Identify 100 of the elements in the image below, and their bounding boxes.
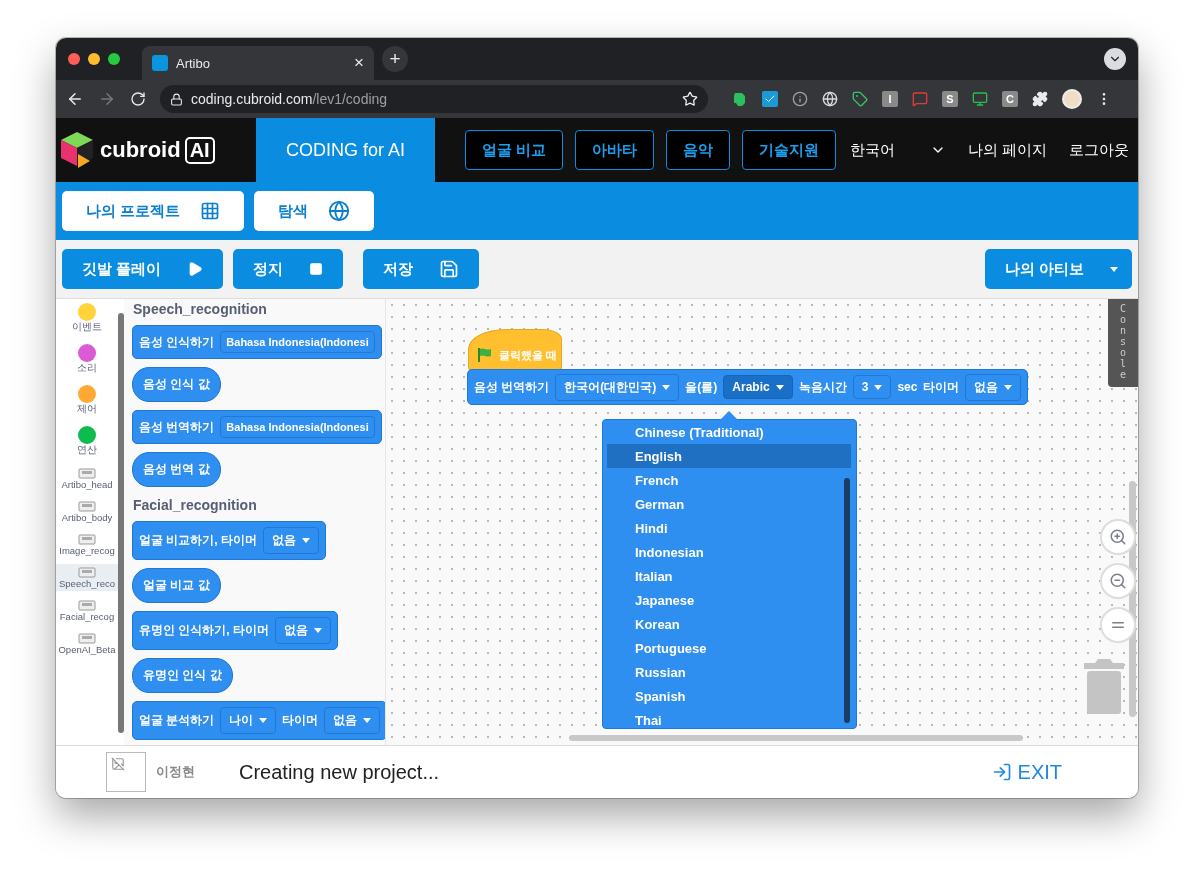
block-dropdown[interactable]: 없음 bbox=[324, 707, 381, 734]
section-title: Speech_recognition bbox=[133, 301, 268, 317]
extension-icon[interactable]: S bbox=[942, 91, 958, 107]
zoom-out-button[interactable] bbox=[1100, 563, 1136, 599]
nav-button[interactable]: 아바타 bbox=[575, 130, 655, 170]
extensions-icon[interactable] bbox=[1032, 91, 1048, 107]
screen-icon[interactable] bbox=[972, 91, 988, 107]
device-icon bbox=[78, 467, 96, 479]
block-dropdown[interactable]: Arabic bbox=[723, 375, 793, 399]
header-link[interactable]: 로그아웃 bbox=[1069, 140, 1130, 160]
block-dropdown[interactable]: 없음 bbox=[275, 617, 331, 644]
scrollbar[interactable] bbox=[569, 735, 1023, 741]
info-icon[interactable] bbox=[792, 91, 808, 107]
status-text: Creating new project... bbox=[239, 760, 441, 784]
scrollbar[interactable] bbox=[844, 478, 850, 723]
category-item[interactable]: Speech_reco bbox=[56, 564, 118, 591]
command-block[interactable]: 음성 번역하기 한국어(대한민국) 을(를) Arabic 녹음시간 3 sec 타이머 없음 bbox=[467, 369, 1029, 405]
category-item[interactable]: Artibo_body bbox=[56, 498, 118, 525]
zoom-in-button[interactable] bbox=[1100, 519, 1136, 555]
category-item[interactable]: 이벤트 bbox=[56, 301, 118, 336]
reporter-block[interactable]: 유명인 인식 값 bbox=[132, 658, 233, 693]
block-dropdown[interactable]: 없음 bbox=[263, 527, 319, 554]
dropdown-item[interactable]: Thai bbox=[607, 708, 851, 728]
block-dropdown[interactable]: 없음 bbox=[965, 373, 1022, 401]
command-block[interactable]: 음성 번역하기 Bahasa Indonesia(Indonesi bbox=[132, 410, 382, 444]
chat-icon[interactable] bbox=[912, 91, 928, 107]
tab-search-icon[interactable] bbox=[1104, 48, 1126, 70]
category-item[interactable]: OpenAI_Beta bbox=[56, 630, 118, 657]
scrollbar[interactable] bbox=[118, 313, 124, 733]
exit-button[interactable]: EXIT bbox=[985, 759, 1068, 785]
reporter-block[interactable]: 얼굴 비교 값 bbox=[132, 568, 221, 603]
category-item[interactable]: Facial_recog bbox=[56, 597, 118, 624]
category-item[interactable]: 제어 bbox=[56, 383, 118, 418]
reporter-block[interactable]: 음성 번역 값 bbox=[132, 452, 221, 487]
dropdown-item[interactable]: Chinese (Traditional) bbox=[607, 420, 851, 444]
tab-close-button[interactable]: × bbox=[354, 53, 364, 73]
dropdown-item[interactable]: Spanish bbox=[607, 684, 851, 708]
category-item[interactable]: Image_recog bbox=[56, 531, 118, 558]
code-canvas[interactable]: 클릭했을 때 음성 번역하기 한국어(대한민국) 을(를) Arabic 녹음시간 3 sec 타이머 없음 Chinese (Traditional) English French German Hindi Indonesian Italian Japanese Korean Portuguese Russian Spanish Thai Console bbox=[386, 299, 1138, 745]
project-button[interactable]: 나의 프로젝트 bbox=[62, 191, 245, 231]
category-item[interactable]: 연산 bbox=[56, 424, 118, 459]
block-input[interactable]: Bahasa Indonesia(Indonesi bbox=[220, 416, 375, 438]
dropdown-item[interactable]: Italian bbox=[607, 564, 851, 588]
reload-icon[interactable] bbox=[130, 91, 146, 107]
block-label: 음성 번역하기 bbox=[474, 378, 550, 396]
tag-icon[interactable] bbox=[852, 91, 868, 107]
dropdown-item[interactable]: English bbox=[607, 444, 851, 468]
dropdown-item[interactable]: Hindi bbox=[607, 516, 851, 540]
block-dropdown[interactable]: 나이 bbox=[220, 707, 277, 734]
maximize-icon[interactable] bbox=[108, 53, 120, 65]
command-block[interactable]: 얼굴 비교하기, 타이머 없음 bbox=[132, 521, 326, 560]
dropdown-item[interactable]: Russian bbox=[607, 660, 851, 684]
block-label: 유명인 인식 값 bbox=[143, 667, 222, 684]
exit-icon bbox=[991, 762, 1012, 782]
save-icon bbox=[439, 259, 460, 279]
extension-icon[interactable]: I bbox=[882, 91, 898, 107]
avatar-icon[interactable] bbox=[1062, 89, 1082, 109]
category-item[interactable]: 소리 bbox=[56, 342, 118, 377]
dropdown-item[interactable]: French bbox=[607, 468, 851, 492]
command-block[interactable]: 음성 인식하기 Bahasa Indonesia(Indonesi bbox=[132, 325, 382, 359]
category-item[interactable]: Artibo_head bbox=[56, 465, 118, 492]
block-dropdown[interactable]: 한국어(대한민국) bbox=[555, 373, 680, 401]
dropdown-item[interactable]: Japanese bbox=[607, 588, 851, 612]
dropdown-item[interactable]: Portuguese bbox=[607, 636, 851, 660]
reporter-block[interactable]: 음성 인식 값 bbox=[132, 367, 221, 402]
device-icon bbox=[78, 632, 96, 644]
new-tab-button[interactable]: + bbox=[382, 46, 408, 72]
check-icon[interactable] bbox=[762, 91, 778, 107]
nav-button[interactable]: 음악 bbox=[666, 130, 731, 170]
toolbar-button[interactable]: 깃발 플레이 bbox=[62, 249, 224, 289]
address-field[interactable]: coding.cubroid.com/lev1/coding bbox=[160, 85, 708, 113]
close-icon[interactable] bbox=[68, 53, 80, 65]
block-dropdown[interactable]: 3 bbox=[852, 375, 892, 399]
browser-tab[interactable]: Artibo × bbox=[142, 46, 374, 80]
block-label: 얼굴 비교 값 bbox=[143, 577, 210, 594]
nav-button[interactable]: 기술지원 bbox=[742, 130, 837, 170]
block-input[interactable]: Bahasa Indonesia(Indonesi bbox=[220, 331, 375, 353]
logo[interactable]: cubroid AI bbox=[56, 130, 256, 170]
extension-icon[interactable]: C bbox=[1002, 91, 1018, 107]
nav-tab[interactable]: CODING for AI bbox=[256, 118, 435, 182]
back-icon[interactable] bbox=[66, 90, 84, 108]
console-tab[interactable]: Console bbox=[1108, 299, 1138, 387]
dropdown-item[interactable]: German bbox=[607, 492, 851, 516]
nav-button[interactable]: 얼굴 비교 bbox=[465, 130, 564, 170]
forward-icon[interactable] bbox=[98, 90, 116, 108]
robot-select[interactable]: 나의 아티보 bbox=[984, 249, 1132, 289]
toolbar-button[interactable]: 정지 bbox=[233, 249, 344, 289]
command-block[interactable]: 얼굴 분석하기 나이 타이머 없음 bbox=[132, 701, 385, 740]
command-block[interactable]: 유명인 인식하기, 타이머 없음 bbox=[132, 611, 338, 650]
star-icon[interactable] bbox=[682, 91, 698, 107]
globe-icon[interactable] bbox=[822, 91, 838, 107]
dropdown-item[interactable]: Indonesian bbox=[607, 540, 851, 564]
minimize-icon[interactable] bbox=[88, 53, 100, 65]
project-button[interactable]: 탐색 bbox=[254, 191, 375, 231]
toolbar-button[interactable]: 저장 bbox=[363, 249, 480, 289]
language-select[interactable]: 한국어 bbox=[850, 140, 947, 160]
header-link[interactable]: 나의 페이지 bbox=[968, 140, 1048, 160]
dropdown-item[interactable]: Korean bbox=[607, 612, 851, 636]
block-label: 음성 번역하기 bbox=[139, 418, 215, 436]
grid-icon bbox=[200, 201, 221, 221]
